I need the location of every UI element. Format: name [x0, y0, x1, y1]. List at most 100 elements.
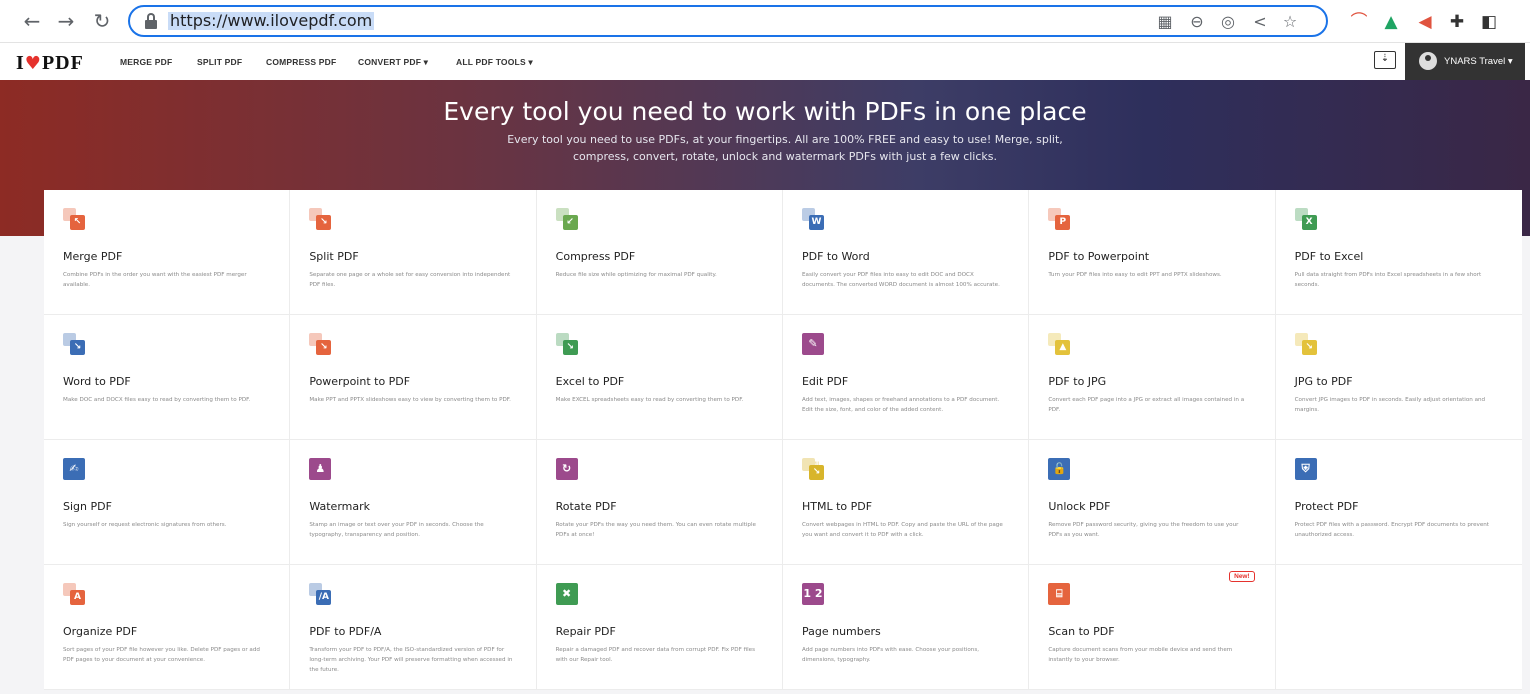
tracking-icon[interactable]: ◎ — [1218, 12, 1238, 32]
repair-icon: ✖ — [555, 583, 578, 605]
tool-card-pdf-to-powerpoint[interactable]: P PDF to Powerpoint Turn your PDF files in… — [1029, 190, 1276, 315]
tool-description: Convert each PDF page into a JPG or extr… — [1048, 397, 1245, 413]
tool-card-rotate-pdf[interactable]: ↻ Rotate PDF Rotate your PDFs the way you … — [536, 440, 783, 565]
tool-title: PDF to Powerpoint — [1048, 250, 1150, 263]
tool-card-compress-pdf[interactable]: ↘ ↙ Compress PDF Reduce file size while opt… — [536, 190, 783, 315]
tool-description: Turn your PDF files into easy to edit PP… — [1048, 272, 1222, 278]
tool-description: Sign yourself or request electronic sign… — [63, 522, 227, 528]
tool-title: Edit PDF — [801, 375, 849, 388]
tool-description: Capture document scans from your mobile … — [1048, 647, 1233, 663]
tool-card-word-to-pdf[interactable]: W ↘ Word to PDF Make DOC and DOCX files eas… — [44, 315, 291, 440]
excel-icon: X — [1294, 208, 1317, 230]
word-icon: W — [801, 208, 824, 230]
tool-card-pdf-to-word[interactable]: W PDF to Word Easily convert your PDF file… — [782, 190, 1030, 315]
tool-card-jpg-to-pdf[interactable]: JPG ↘ JPG to PDF Convert JPG images to PDF … — [1275, 315, 1522, 440]
side-panel-icon[interactable]: ◧ — [1478, 11, 1500, 33]
powerpoint-icon: P — [1048, 208, 1071, 230]
megaphone-icon[interactable]: ◀ — [1414, 11, 1436, 33]
tool-card-repair-pdf[interactable]: ✖ Repair PDF Repair a damaged PDF and reco… — [536, 565, 783, 690]
tool-card-merge-pdf[interactable]: ↘ ↖ Merge PDF Combine PDFs in the order you… — [44, 190, 291, 315]
tool-card-edit-pdf[interactable]: ✎ Edit PDF Add text, images, shapes or fre… — [782, 315, 1030, 440]
url-text[interactable]: https://www.ilovepdf.com — [168, 12, 375, 30]
merge-icon: ↘ ↖ — [63, 208, 85, 230]
tool-card-sign-pdf[interactable]: ✍ Sign PDF Sign yourself or request electr… — [44, 440, 291, 565]
nav-convert-pdf[interactable]: CONVERT PDF ▾ — [358, 57, 428, 68]
ilovepdf-logo[interactable]: I♥PDF — [16, 52, 84, 75]
empty-cell — [1275, 565, 1522, 690]
extensions-puzzle-icon[interactable]: ✚ — [1446, 11, 1468, 33]
tool-title: PDF to PDF/A — [309, 625, 382, 638]
avatar — [1419, 52, 1437, 70]
unlock-icon: 🔓 — [1048, 458, 1071, 480]
nav-all-pdf-tools[interactable]: ALL PDF TOOLS ▾ — [456, 57, 533, 68]
tool-title: Rotate PDF — [555, 500, 617, 513]
powerpoint-to-pdf-icon: P↘ — [309, 333, 332, 355]
tools-grid: ↘ ↖ Merge PDF Combine PDFs in the order you… — [44, 190, 1522, 690]
lock-icon[interactable] — [144, 13, 158, 29]
tool-card-protect-pdf[interactable]: ⛨ Protect PDF Protect PDF files with a pas… — [1275, 440, 1522, 565]
tool-card-scan-to-pdf[interactable]: ⌸ Scan to PDF Capture document scans from … — [1029, 565, 1276, 690]
html-icon: HTML↘ — [801, 458, 824, 480]
tool-card-pdf-to-excel[interactable]: X PDF to Excel Pull data straight from PDF… — [1275, 190, 1522, 315]
tool-card-split-pdf[interactable]: ↖↘ Split PDF Separate one page or a whole … — [290, 190, 537, 315]
tool-description: Pull data straight from PDFs into Excel … — [1294, 272, 1482, 288]
back-icon[interactable]: ← — [20, 9, 44, 33]
tool-title: Powerpoint to PDF — [309, 375, 411, 388]
tool-description: Add page numbers into PDFs with ease. Ch… — [801, 647, 980, 663]
tool-title: Word to PDF — [63, 375, 131, 388]
tool-description: Repair a damaged PDF and recover data fr… — [555, 647, 756, 663]
excel-to-pdf-icon: X ↘ — [555, 333, 578, 355]
forward-icon[interactable]: → — [54, 9, 78, 33]
qr-code-icon[interactable]: ▦ — [1155, 12, 1175, 32]
sign-icon: ✍ — [63, 458, 85, 480]
tool-description: Sort pages of your PDF file however you … — [63, 647, 260, 663]
nav-merge-pdf[interactable]: MERGE PDF — [120, 57, 172, 67]
protect-icon: ⛨ — [1294, 458, 1317, 480]
share-icon[interactable]: < — [1250, 12, 1270, 32]
tool-title: Scan to PDF — [1048, 625, 1115, 638]
tool-card-page-numbers[interactable]: 1 2 Page numbers Add page numbers into PDF… — [782, 565, 1030, 690]
site-navbar: I♥PDF MERGE PDF SPLIT PDF COMPRESS PDF C… — [0, 43, 1530, 80]
tool-description: Transform your PDF to PDF/A, the ISO-sta… — [309, 647, 513, 673]
desktop-app-icon[interactable]: ⇣ — [1374, 51, 1396, 69]
word-to-pdf-icon: W ↘ — [63, 333, 85, 355]
address-bar[interactable]: https://www.ilovepdf.com ▦ ⊖ ◎ < ☆ — [128, 5, 1328, 37]
tool-description: Separate one page or a whole set for eas… — [309, 272, 511, 288]
user-menu-button[interactable]: YNARS Travel ▾ — [1405, 43, 1525, 80]
jpg-to-pdf-icon: JPG ↘ — [1294, 333, 1317, 355]
rotate-icon: ↻ — [555, 458, 578, 480]
tool-title: HTML to PDF — [801, 500, 873, 513]
tool-card-unlock-pdf[interactable]: 🔓 Unlock PDF Remove PDF password security,… — [1029, 440, 1276, 565]
nav-split-pdf[interactable]: SPLIT PDF — [197, 57, 242, 67]
tool-title: Page numbers — [801, 625, 881, 638]
tool-card-powerpoint-to-pdf[interactable]: P↘ Powerpoint to PDF Make PPT and PPTX sli… — [290, 315, 537, 440]
reload-icon[interactable]: ↻ — [90, 9, 114, 33]
tool-card-html-to-pdf[interactable]: HTML↘ HTML to PDF Convert webpages in HTML… — [782, 440, 1030, 565]
tool-description: Convert webpages in HTML to PDF. Copy an… — [801, 522, 1003, 538]
tool-description: Stamp an image or text over your PDF in … — [309, 522, 484, 538]
tool-title: Sign PDF — [63, 500, 112, 513]
pdfa-icon: ↘/A — [309, 583, 332, 605]
drive-icon[interactable]: ▲ — [1380, 11, 1402, 33]
new-badge: New! — [1229, 571, 1255, 582]
tool-title: Merge PDF — [63, 250, 123, 263]
tool-card-excel-to-pdf[interactable]: X ↘ Excel to PDF Make EXCEL spreadsheets ea… — [536, 315, 783, 440]
extension-rainbow-icon[interactable]: ⌒ — [1348, 11, 1370, 33]
tool-title: Repair PDF — [555, 625, 616, 638]
tool-card-pdf-to-jpg[interactable]: ▲ PDF to JPG Convert each PDF page into a … — [1029, 315, 1276, 440]
browser-toolbar: ← → ↻ https://www.ilovepdf.com ▦ ⊖ ◎ < ☆… — [0, 0, 1530, 43]
tool-description: Reduce file size while optimizing for ma… — [555, 272, 717, 278]
tool-title: Watermark — [309, 500, 370, 513]
tool-card-pdf-to-pdf-a[interactable]: ↘/A PDF to PDF/A Transform your PDF to PDF… — [290, 565, 537, 690]
tool-title: Excel to PDF — [555, 375, 625, 388]
watermark-icon: ♟ — [309, 458, 332, 480]
tool-card-organize-pdf[interactable]: ⇕ A Organize PDF Sort pages of your PDF fil… — [44, 565, 291, 690]
nav-compress-pdf[interactable]: COMPRESS PDF — [266, 57, 336, 67]
tool-title: PDF to JPG — [1048, 375, 1107, 388]
tool-title: JPG to PDF — [1294, 375, 1353, 388]
tool-description: Protect PDF files with a password. Encry… — [1294, 522, 1489, 538]
tool-description: Rotate your PDFs the way you need them. … — [555, 522, 756, 538]
tool-card-watermark[interactable]: ♟ Watermark Stamp an image or text over yo… — [290, 440, 537, 565]
bookmark-star-icon[interactable]: ☆ — [1280, 12, 1300, 32]
zoom-icon[interactable]: ⊖ — [1187, 12, 1207, 32]
